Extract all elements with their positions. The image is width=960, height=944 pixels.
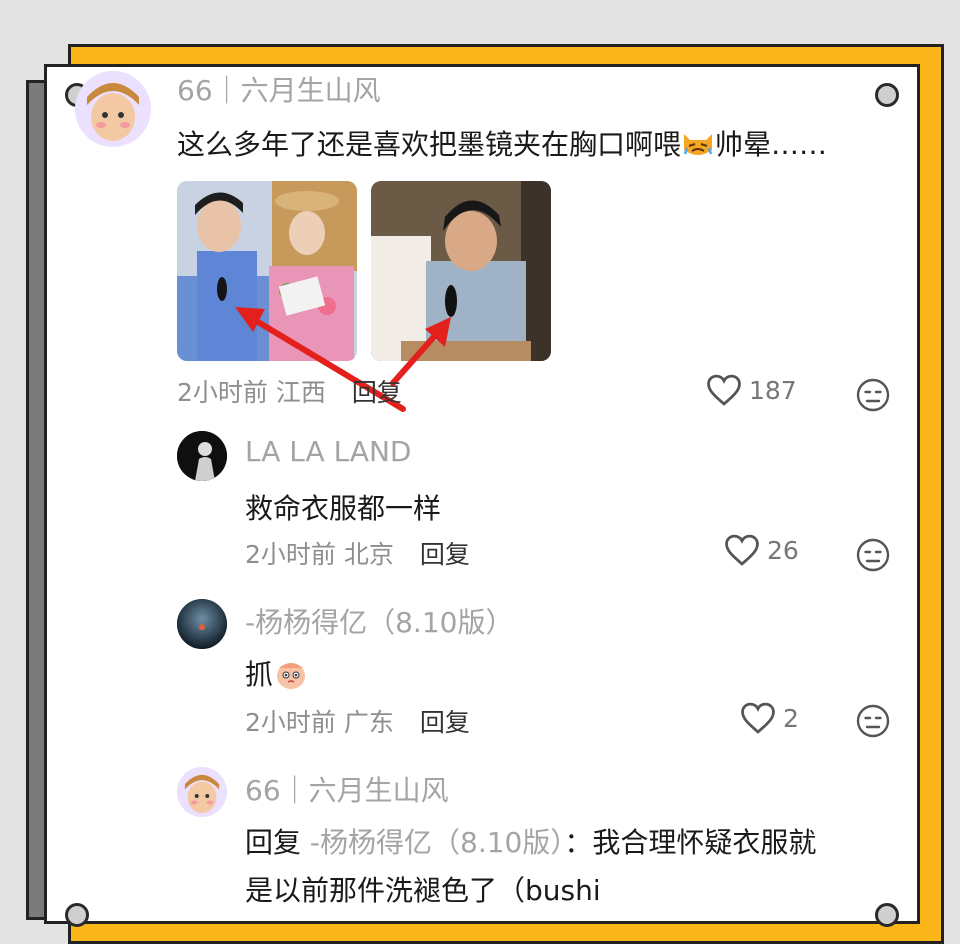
reply-button[interactable]: 回复 <box>352 378 402 407</box>
meh-face-icon <box>856 538 890 572</box>
reply-target[interactable]: -杨杨得亿（8.10版） <box>310 826 564 859</box>
pin-icon <box>875 903 899 927</box>
dislike-button[interactable] <box>855 703 891 743</box>
heart-outline-icon <box>707 374 741 406</box>
heart-outline-icon <box>741 702 775 734</box>
heart-outline-icon <box>725 534 759 566</box>
dislike-button[interactable] <box>855 377 891 417</box>
like-button[interactable]: 187 <box>705 373 797 407</box>
meh-face-icon <box>856 378 890 412</box>
like-button[interactable]: 26 <box>723 533 799 567</box>
like-count: 187 <box>749 375 797 405</box>
comment-meta: 2小时前 广东 回复 <box>245 708 470 737</box>
peach-face-emoji-icon <box>273 658 309 691</box>
comment-text: 抓 <box>245 653 309 693</box>
pin-icon <box>65 903 89 927</box>
dislike-button[interactable] <box>855 537 891 577</box>
comment-text: 回复 -杨杨得亿（8.10版）：我合理怀疑衣服就 <box>245 826 817 859</box>
avatar[interactable] <box>177 767 227 817</box>
meh-face-icon <box>856 704 890 738</box>
comment-author[interactable]: LA LA LAND <box>245 435 412 468</box>
comment-meta: 2小时前 北京 回复 <box>245 540 470 569</box>
comment-author[interactable]: -杨杨得亿（8.10版） <box>245 601 513 641</box>
avatar[interactable] <box>177 599 227 649</box>
reply-button[interactable]: 回复 <box>420 708 470 737</box>
comment-meta: 2小时前 江西 回复 <box>177 378 402 407</box>
comment-card: 66｜六月生山风 这么多年了还是喜欢把墨镜夹在胸口啊喂 帅晕…… 2小时前 江西… <box>44 64 920 927</box>
like-count: 26 <box>767 535 799 565</box>
reply-button[interactable]: 回复 <box>420 540 470 569</box>
comment-author[interactable]: 66｜六月生山风 <box>245 769 449 809</box>
avatar[interactable] <box>177 431 227 481</box>
comment-text-line2: 是以前那件洗褪色了（bushi <box>245 874 601 907</box>
like-count: 2 <box>783 703 799 733</box>
comment-text: 救命衣服都一样 <box>245 492 442 525</box>
like-button[interactable]: 2 <box>739 701 799 735</box>
